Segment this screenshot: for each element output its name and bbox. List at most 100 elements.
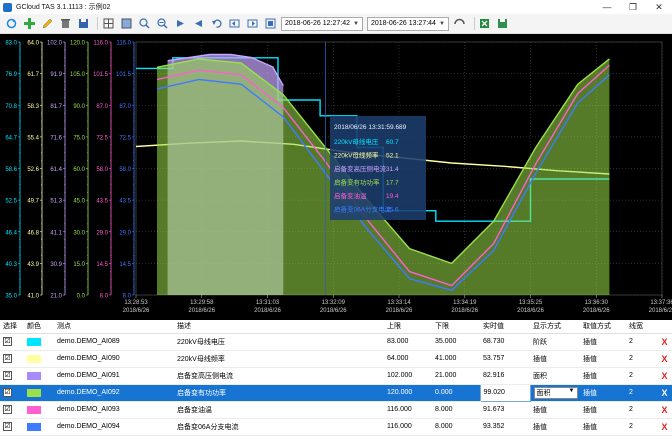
undo-icon[interactable]: [209, 17, 223, 31]
edit-icon[interactable]: [40, 17, 54, 31]
value-mode-cell[interactable]: 插值: [580, 401, 626, 419]
color-swatch[interactable]: [27, 337, 41, 346]
pan-left-icon[interactable]: [227, 17, 241, 31]
display-mode-select[interactable]: 面积 ▼: [533, 386, 578, 399]
line-width-cell[interactable]: 2: [626, 350, 654, 368]
table-row[interactable]: ☑ demo.DEMO_AI094 启备变06A分支电流 116.000 8.000 93…: [0, 418, 672, 436]
table-row[interactable]: ☑ demo.DEMO_AI089 220kV母线电压 83.000 35.000 68.…: [0, 333, 672, 351]
grid-icon[interactable]: [101, 17, 115, 31]
row-checkbox[interactable]: ☑: [3, 337, 12, 346]
refresh-icon[interactable]: [4, 17, 18, 31]
end-time-value: 2018-06-26 13:27:44: [370, 20, 436, 27]
row-checkbox[interactable]: ☑: [3, 354, 12, 363]
delete-row-button[interactable]: X: [654, 401, 672, 419]
line-width-cell[interactable]: 2: [626, 401, 654, 419]
delete-row-button[interactable]: X: [654, 418, 672, 436]
value-mode-cell[interactable]: 插值: [580, 350, 626, 368]
upper-cell[interactable]: 102.000: [384, 367, 432, 385]
delete-row-button[interactable]: X: [654, 367, 672, 385]
row-checkbox[interactable]: ☑: [3, 422, 12, 431]
restore-button[interactable]: ❐: [620, 0, 646, 14]
zoom-out-icon[interactable]: [155, 17, 169, 31]
minimize-button[interactable]: —: [594, 0, 620, 14]
display-mode-cell[interactable]: 插值: [530, 350, 580, 368]
col-header: [654, 320, 672, 334]
col-header: 颜色: [24, 320, 54, 334]
upper-cell[interactable]: 116.000: [384, 401, 432, 419]
lower-cell[interactable]: 35.000: [432, 333, 480, 351]
upper-cell[interactable]: 120.000: [384, 384, 432, 402]
close-button[interactable]: ✕: [646, 0, 672, 14]
lower-cell[interactable]: 0.000: [432, 384, 480, 402]
row-checkbox[interactable]: ☑: [3, 388, 12, 397]
y-tick-label: 91.9: [50, 72, 62, 78]
save-icon[interactable]: [76, 17, 90, 31]
lower-cell[interactable]: 8.000: [432, 418, 480, 436]
delete-row-button[interactable]: X: [654, 350, 672, 368]
color-swatch[interactable]: [27, 371, 41, 380]
table-row[interactable]: ☑ demo.DEMO_AI093 启备变油温 116.000 8.000 91.673 插…: [0, 401, 672, 419]
chart-svg[interactable]: 83.0 76.9 70.8 64.7 58.6 52.5 46.4 40.3 35.0 64.0…: [0, 34, 672, 320]
start-time-picker[interactable]: 2018-06-26 12:27:42 ▼: [281, 16, 363, 31]
upper-cell[interactable]: 83.000: [384, 333, 432, 351]
delete-row-button[interactable]: X: [654, 333, 672, 351]
save-disk-icon[interactable]: [496, 17, 510, 31]
y-tick-label: 72.5: [119, 135, 131, 141]
y-tick-label: 14.5: [119, 262, 131, 268]
desc-cell: 220kV母线电压: [174, 333, 384, 351]
swap-icon[interactable]: [453, 17, 467, 31]
back-icon[interactable]: [191, 17, 205, 31]
y-tick-label: 0.0: [77, 294, 86, 300]
y-tick-label: 72.5: [96, 135, 108, 141]
trend-chart[interactable]: 83.0 76.9 70.8 64.7 58.6 52.5 46.4 40.3 35.0 64.0…: [0, 34, 672, 320]
tooltip-value: 19.4: [386, 193, 399, 200]
color-swatch[interactable]: [27, 422, 41, 431]
x-tick-date: 2018/6/26: [123, 308, 150, 314]
row-checkbox[interactable]: ☑: [3, 405, 12, 414]
delete-row-button[interactable]: X: [654, 384, 672, 402]
display-mode-cell[interactable]: 面积: [530, 367, 580, 385]
tooltip-time: 2018/06/26 13:31:59.689: [334, 124, 407, 131]
value-mode-cell[interactable]: 插值: [580, 367, 626, 385]
line-width-cell[interactable]: 2: [626, 333, 654, 351]
y-tick-label: 87.0: [96, 104, 108, 110]
line-width-cell[interactable]: 2: [626, 384, 654, 402]
color-swatch[interactable]: [27, 354, 41, 363]
value-mode-cell[interactable]: 插值: [580, 384, 626, 402]
line-width-cell[interactable]: 2: [626, 418, 654, 436]
lower-cell[interactable]: 21.000: [432, 367, 480, 385]
value-mode-cell[interactable]: 插值: [580, 333, 626, 351]
y-tick-label: 58.0: [119, 167, 131, 173]
color-swatch[interactable]: [27, 405, 41, 414]
display-mode-cell[interactable]: 阶跃: [530, 333, 580, 351]
fit-icon[interactable]: [263, 17, 277, 31]
y-tick-label: 52.5: [5, 199, 17, 205]
upper-cell[interactable]: 64.000: [384, 350, 432, 368]
upper-cell[interactable]: 116.000: [384, 418, 432, 436]
table-row[interactable]: ☑ demo.DEMO_AI092 启备变有功功率 120.000 0.000 99.02…: [0, 383, 672, 402]
lower-cell[interactable]: 8.000: [432, 401, 480, 419]
display-mode-cell[interactable]: 插值: [530, 418, 580, 436]
pan-right-icon[interactable]: [245, 17, 259, 31]
y-tick-label: 29.0: [96, 230, 108, 236]
x-tick-time: 13:34:19: [453, 300, 477, 306]
lower-cell[interactable]: 41.000: [432, 350, 480, 368]
end-time-picker[interactable]: 2018-06-26 13:27:44 ▼: [366, 16, 449, 31]
forward-icon[interactable]: [173, 17, 187, 31]
color-swatch[interactable]: [27, 388, 41, 397]
delete-icon[interactable]: [58, 17, 72, 31]
row-checkbox[interactable]: ☑: [3, 371, 12, 380]
line-width-cell[interactable]: 2: [626, 367, 654, 385]
excel-icon[interactable]: [478, 17, 492, 31]
y-tick-label: 105.0: [70, 72, 86, 78]
value-mode-cell[interactable]: 插值: [580, 418, 626, 436]
table-row[interactable]: ☑ demo.DEMO_AI091 启备变高压侧电流 102.000 21.000 82.…: [0, 367, 672, 385]
y-tick-label: 41.1: [50, 230, 62, 236]
table-row[interactable]: ☑ demo.DEMO_AI090 220kV母线频率 64.000 41.000 53.…: [0, 350, 672, 368]
add-icon[interactable]: [22, 17, 36, 31]
desc-cell: 启备变06A分支电流: [174, 418, 384, 436]
display-mode-cell[interactable]: 插值: [530, 401, 580, 419]
layout-icon[interactable]: [119, 17, 133, 31]
zoom-in-icon[interactable]: [137, 17, 151, 31]
tooltip-value: 31.4: [386, 166, 399, 173]
